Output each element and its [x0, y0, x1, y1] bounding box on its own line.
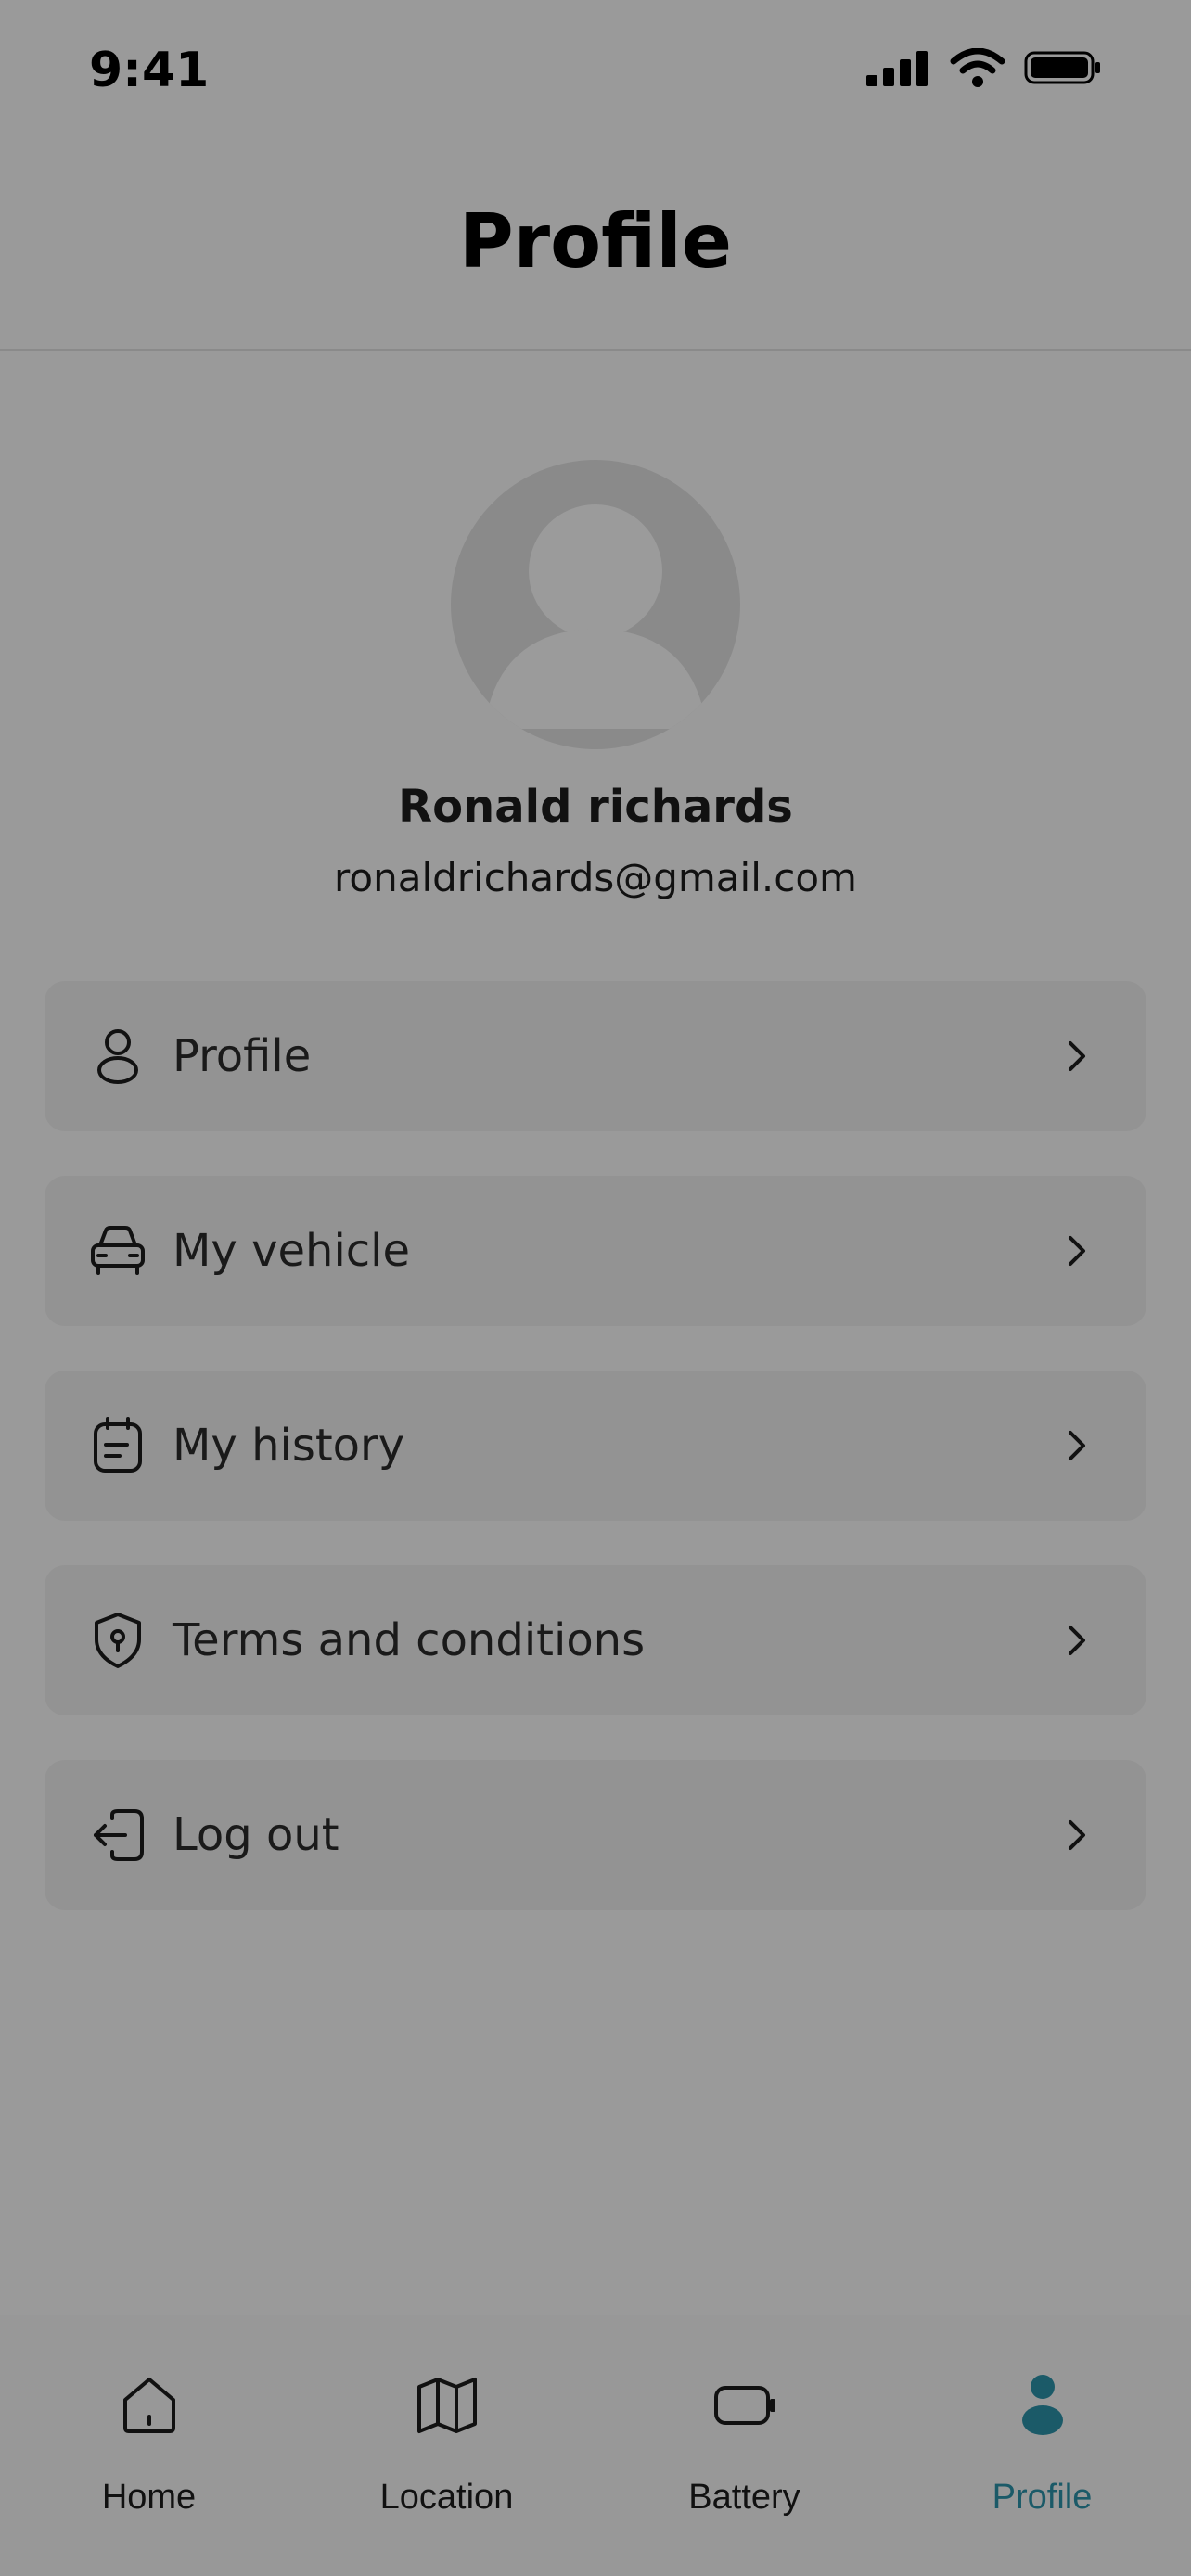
battery-icon [1024, 49, 1102, 91]
menu-item-label: Profile [173, 1030, 312, 1082]
avatar-placeholder-icon [484, 504, 707, 729]
tab-battery[interactable]: Battery [596, 2315, 893, 2576]
map-icon [414, 2372, 480, 2439]
wifi-icon [950, 47, 1005, 92]
chevron-right-icon [1057, 1232, 1095, 1269]
profile-menu: Profile My vehicle My history Terms and … [45, 981, 1146, 1955]
logout-icon [89, 1806, 147, 1864]
shield-icon [89, 1612, 147, 1669]
status-bar: 9:41 [0, 0, 1191, 139]
person-icon [89, 1027, 147, 1085]
tab-label: Home [101, 2478, 197, 2517]
avatar[interactable] [451, 460, 740, 749]
home-icon [116, 2372, 183, 2439]
battery-icon [711, 2372, 778, 2439]
menu-item-my-history[interactable]: My history [45, 1371, 1146, 1521]
calendar-note-icon [89, 1417, 147, 1474]
menu-item-label: Log out [173, 1809, 339, 1861]
user-email: ronaldrichards@gmail.com [334, 855, 857, 900]
status-time: 9:41 [89, 43, 210, 98]
menu-item-label: Terms and conditions [173, 1614, 646, 1666]
tab-label: Location [379, 2478, 514, 2517]
menu-item-label: My vehicle [173, 1225, 411, 1277]
chevron-right-icon [1057, 1622, 1095, 1659]
tab-home[interactable]: Home [0, 2315, 298, 2576]
chevron-right-icon [1057, 1038, 1095, 1075]
person-filled-icon [1009, 2372, 1076, 2439]
tab-label: Profile [992, 2478, 1093, 2517]
car-icon [89, 1222, 147, 1280]
menu-item-terms-and-conditions[interactable]: Terms and conditions [45, 1565, 1146, 1715]
tab-profile[interactable]: Profile [893, 2315, 1191, 2576]
chevron-right-icon [1057, 1427, 1095, 1464]
signal-icon [866, 49, 931, 91]
menu-item-profile[interactable]: Profile [45, 981, 1146, 1131]
page-title: Profile [458, 198, 733, 285]
status-icons [866, 47, 1102, 92]
tab-bar: Home Location Battery Profile [0, 2315, 1191, 2576]
chevron-right-icon [1057, 1817, 1095, 1854]
tab-label: Battery [688, 2478, 800, 2517]
header: Profile [0, 139, 1191, 351]
menu-item-log-out[interactable]: Log out [45, 1760, 1146, 1910]
user-name: Ronald richards [398, 781, 793, 833]
menu-item-my-vehicle[interactable]: My vehicle [45, 1176, 1146, 1326]
menu-item-label: My history [173, 1420, 405, 1472]
tab-location[interactable]: Location [298, 2315, 596, 2576]
